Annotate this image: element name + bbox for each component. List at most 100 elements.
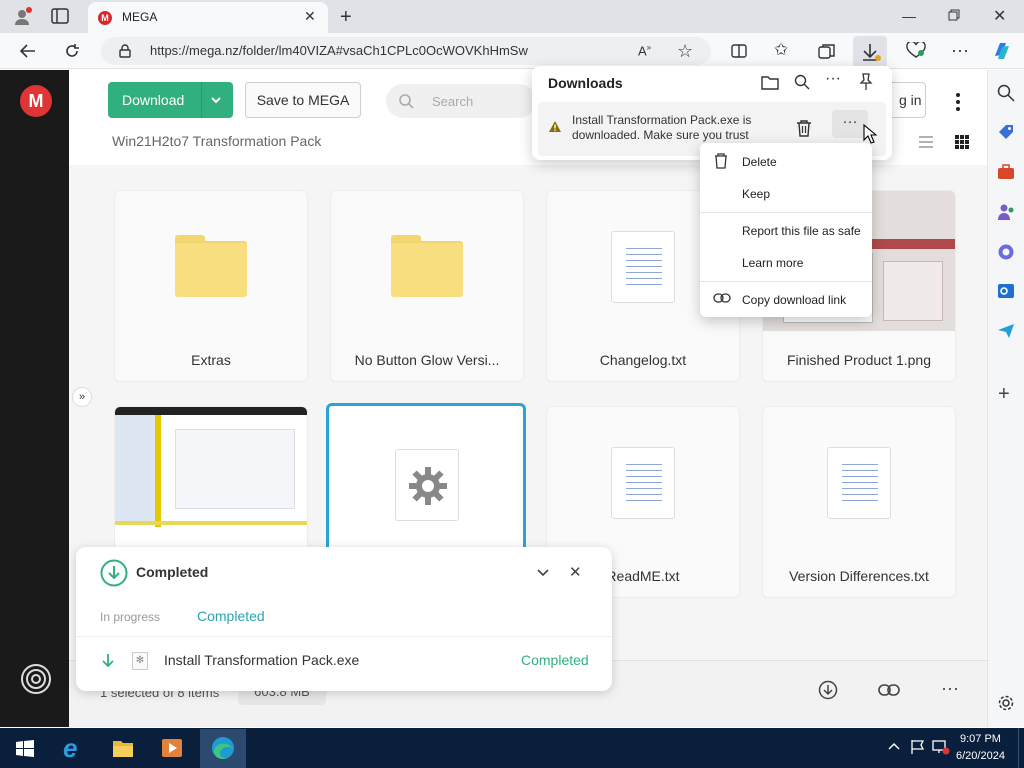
tab-title: MEGA <box>122 10 158 24</box>
edge-taskbar-icon[interactable] <box>200 729 246 768</box>
breadcrumb[interactable]: Win21H2to7 Transformation Pack <box>112 133 321 149</box>
file-card-folder[interactable]: No Button Glow Versi... <box>330 190 524 382</box>
more-options-icon[interactable] <box>955 92 961 112</box>
download-circle-icon[interactable] <box>818 680 838 700</box>
media-player-icon[interactable] <box>161 738 183 758</box>
favorite-star-icon[interactable]: ☆ <box>677 41 693 62</box>
file-explorer-icon[interactable] <box>112 738 134 758</box>
browser-title-bar: M MEGA ✕ + — ✕ <box>0 0 1024 33</box>
completed-check-icon <box>100 559 128 587</box>
people-icon[interactable] <box>997 203 1015 221</box>
clock-time: 9:07 PM <box>959 733 1001 745</box>
file-card-text[interactable]: Version Differences.txt <box>762 406 956 598</box>
refresh-icon[interactable] <box>59 38 85 64</box>
image-thumbnail <box>115 407 307 547</box>
tab-actions-icon[interactable] <box>51 8 69 24</box>
add-sidebar-icon[interactable]: + <box>998 383 1010 406</box>
download-arrow-icon <box>102 653 114 667</box>
menu-divider <box>700 281 872 282</box>
menu-item-report-safe[interactable]: Report this file as safe <box>742 224 861 238</box>
open-folder-icon[interactable] <box>761 74 779 90</box>
network-icon[interactable] <box>932 739 950 755</box>
lock-icon[interactable] <box>119 44 131 58</box>
tab-in-progress[interactable]: In progress <box>100 610 160 624</box>
delete-trash-icon[interactable] <box>796 119 812 137</box>
file-name: Version Differences.txt <box>789 568 929 584</box>
windows-start-icon[interactable] <box>16 740 34 757</box>
back-arrow-icon[interactable] <box>15 38 41 64</box>
transfer-row[interactable]: ✻ Install Transformation Pack.exe Comple… <box>76 636 612 684</box>
more-actions-icon[interactable]: ··· <box>941 678 959 699</box>
tab-close-icon[interactable]: ✕ <box>304 8 316 25</box>
internet-explorer-icon[interactable]: e <box>63 735 77 761</box>
collapse-chevron-icon[interactable] <box>537 567 549 577</box>
search-input[interactable]: Search <box>386 84 536 118</box>
settings-more-icon[interactable]: ··· <box>951 40 969 61</box>
link-icon[interactable] <box>878 683 900 697</box>
download-warning-line1: Install Transformation Pack.exe isn't co… <box>572 113 752 127</box>
grid-view-icon[interactable] <box>954 134 970 150</box>
download-button-label: Download <box>122 92 185 108</box>
downloads-more-icon[interactable]: ··· <box>825 70 841 88</box>
menu-item-learn-more[interactable]: Learn more <box>742 256 803 270</box>
system-clock[interactable]: 9:07 PM 6/20/2024 <box>956 731 1005 765</box>
profile-icon[interactable] <box>12 7 32 27</box>
search-downloads-icon[interactable] <box>794 74 810 90</box>
menu-item-copy-link[interactable]: Copy download link <box>742 293 846 307</box>
chevron-down-icon[interactable] <box>210 94 222 106</box>
new-tab-icon[interactable]: + <box>340 6 352 29</box>
windows-taskbar <box>0 728 1024 768</box>
login-button-label: g in <box>899 92 922 108</box>
save-to-mega-button[interactable]: Save to MEGA <box>245 82 361 118</box>
close-window-icon[interactable]: ✕ <box>993 6 1006 26</box>
download-warning-line2: downloaded. Make sure you trust Install <box>572 128 752 142</box>
text-file-icon <box>611 447 675 519</box>
pin-icon[interactable] <box>858 73 874 91</box>
tab-completed[interactable]: Completed <box>197 608 265 624</box>
outlook-icon[interactable] <box>997 282 1015 300</box>
flag-icon[interactable] <box>910 739 926 755</box>
copilot-icon[interactable] <box>991 40 1013 62</box>
download-button-divider <box>201 82 202 118</box>
file-name: Finished Product 1.png <box>787 352 931 368</box>
clock-date: 6/20/2024 <box>956 750 1005 762</box>
transfer-file-name: Install Transformation Pack.exe <box>164 652 360 668</box>
menu-item-delete[interactable]: Delete <box>742 155 777 169</box>
file-name: Extras <box>191 352 231 368</box>
mega-storage-icon[interactable] <box>20 663 52 695</box>
list-view-icon[interactable] <box>918 135 934 149</box>
url-text[interactable]: https://mega.nz/folder/lm40VIZA#vsaCh1CP… <box>150 43 528 58</box>
file-card-folder[interactable]: Extras <box>114 190 308 382</box>
close-panel-icon[interactable]: ✕ <box>569 563 582 581</box>
menu-item-keep[interactable]: Keep <box>742 187 770 201</box>
show-desktop-strip[interactable] <box>1018 728 1024 768</box>
sidebar-search-icon[interactable] <box>997 84 1015 102</box>
expand-sidebar-icon[interactable]: » <box>72 387 92 407</box>
tray-chevron-up-icon[interactable] <box>888 742 900 750</box>
download-button[interactable]: Download <box>108 82 233 118</box>
download-context-menu: Delete Keep Report this file as safe Lea… <box>700 143 872 317</box>
split-screen-icon[interactable] <box>731 44 747 58</box>
restore-icon[interactable] <box>948 9 960 21</box>
transfer-panel-title: Completed <box>136 564 209 580</box>
file-name: No Button Glow Versi... <box>354 352 500 368</box>
mouse-cursor <box>863 124 877 144</box>
tools-briefcase-icon[interactable] <box>997 164 1015 180</box>
read-aloud-icon[interactable]: A» <box>638 43 651 58</box>
text-file-icon <box>827 447 891 519</box>
warning-icon <box>548 120 562 133</box>
collections-icon[interactable] <box>818 43 835 59</box>
m365-icon[interactable] <box>997 243 1015 261</box>
send-icon[interactable] <box>997 323 1015 339</box>
sidebar-settings-icon[interactable] <box>997 694 1015 712</box>
browser-essentials-icon[interactable] <box>906 42 926 58</box>
downloads-icon[interactable] <box>853 36 887 68</box>
search-icon <box>398 93 414 109</box>
folder-icon <box>391 235 463 297</box>
favorites-icon[interactable]: ✩ <box>774 40 788 60</box>
mega-logo[interactable]: M <box>20 85 52 117</box>
edge-sidebar: + <box>987 70 1024 727</box>
browser-tab[interactable]: M MEGA ✕ <box>88 2 328 33</box>
shopping-tag-icon[interactable] <box>997 123 1015 141</box>
minimize-icon[interactable]: — <box>902 8 916 24</box>
